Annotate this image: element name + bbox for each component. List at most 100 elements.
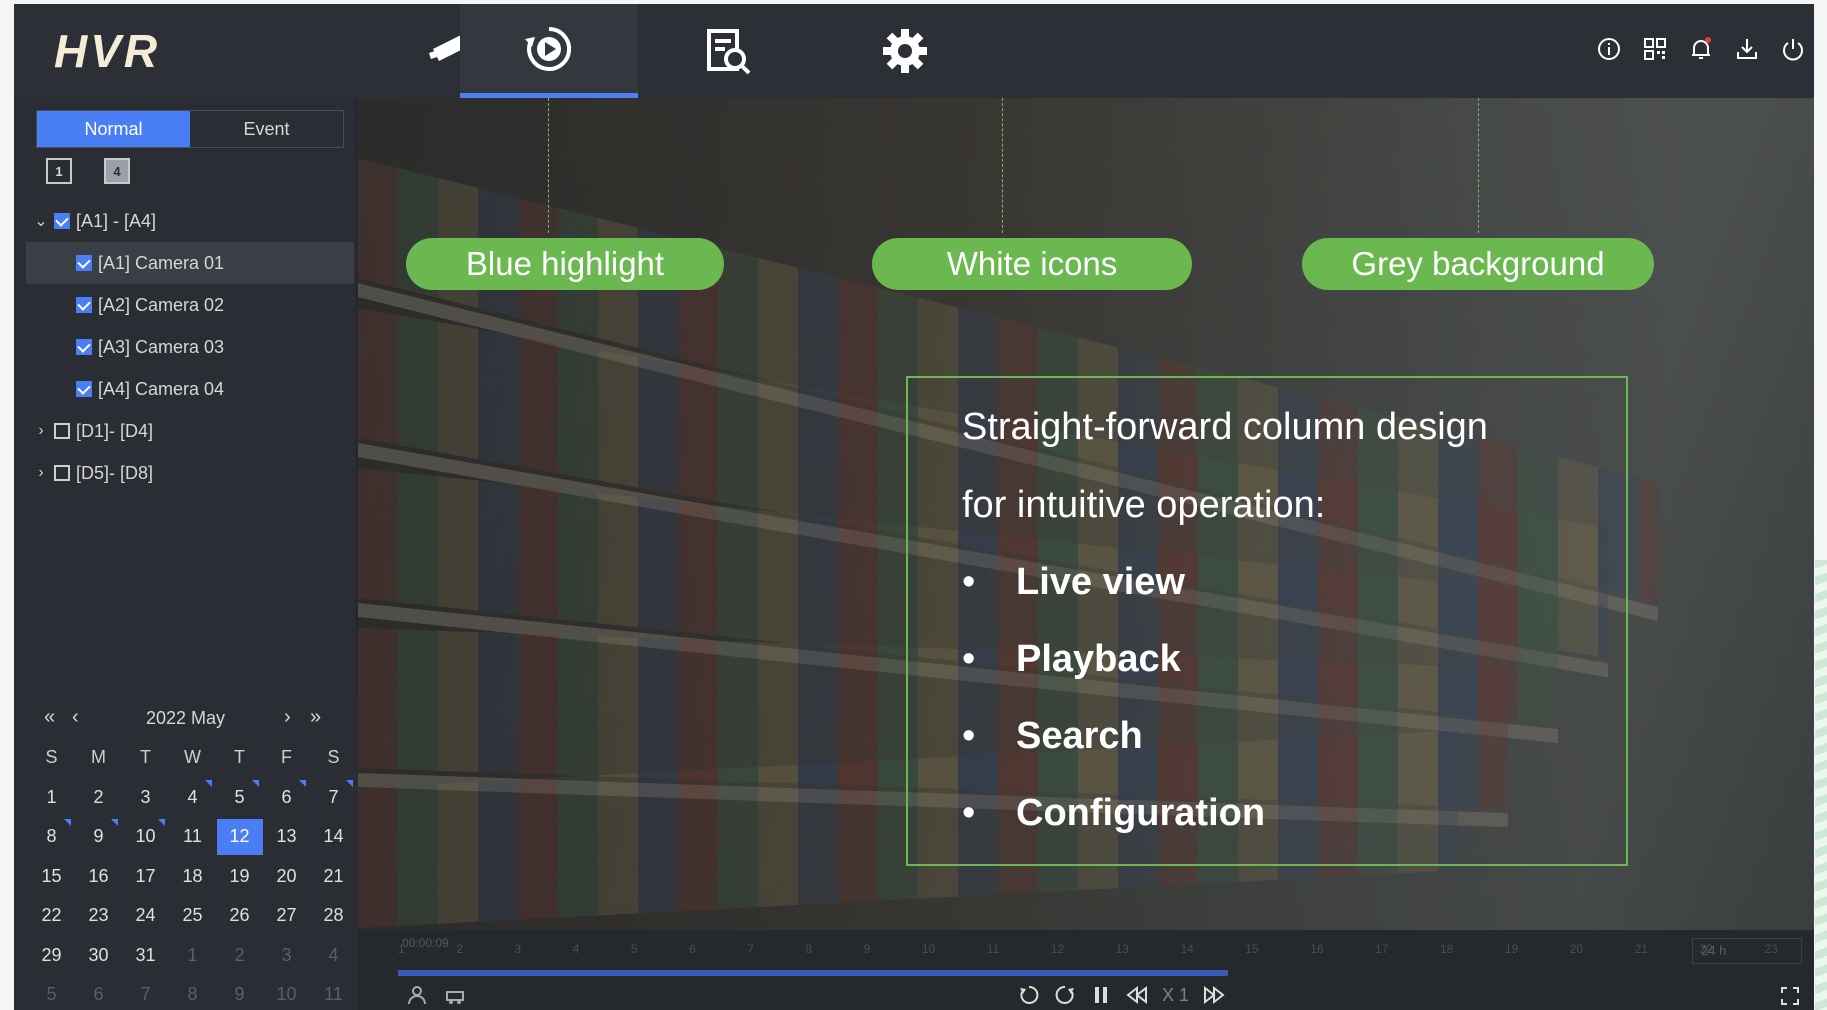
calendar-day[interactable]: 9 bbox=[216, 975, 263, 1010]
next-year-button[interactable]: » bbox=[310, 706, 321, 729]
calendar-day[interactable]: 1 bbox=[28, 778, 75, 818]
info-icon[interactable] bbox=[1596, 36, 1622, 62]
calendar-day[interactable]: 11 bbox=[169, 817, 216, 857]
tab-normal[interactable]: Normal bbox=[37, 111, 190, 147]
camera-checkbox[interactable] bbox=[76, 339, 92, 355]
tab-event[interactable]: Event bbox=[190, 111, 343, 147]
calendar-day[interactable]: 4 bbox=[310, 936, 357, 976]
calendar-weekday: M bbox=[91, 747, 106, 768]
calendar-day[interactable]: 10 bbox=[122, 817, 169, 857]
calendar-day[interactable]: 13 bbox=[263, 817, 310, 857]
calendar-day[interactable]: 26 bbox=[216, 896, 263, 936]
chevron-right-icon[interactable]: › bbox=[32, 422, 50, 440]
tree-item-camera-03[interactable]: [A3] Camera 03 bbox=[26, 326, 354, 368]
calendar-grid: S M T W T F S 1 2 3 4 5 6 7 8 9 10 11 12 13 14 15 16 17 18 19 20 21… bbox=[28, 738, 358, 1010]
pause-icon[interactable] bbox=[1090, 984, 1112, 1006]
calendar-day[interactable]: 3 bbox=[122, 778, 169, 818]
calendar-day[interactable]: 2 bbox=[216, 936, 263, 976]
time-range-select[interactable]: 24 h bbox=[1692, 938, 1802, 964]
calendar-day[interactable]: 6 bbox=[75, 975, 122, 1010]
nav-playback[interactable] bbox=[460, 4, 638, 98]
forward-30s-icon[interactable] bbox=[1054, 984, 1076, 1006]
calendar-day[interactable]: 11 bbox=[310, 975, 357, 1010]
calendar-day[interactable]: 17 bbox=[122, 857, 169, 897]
timeline-tick: 17 bbox=[1375, 942, 1389, 956]
calendar-day[interactable]: 9 bbox=[75, 817, 122, 857]
calendar-day[interactable]: 21 bbox=[310, 857, 357, 897]
calendar-day[interactable]: 3 bbox=[263, 936, 310, 976]
calendar-day[interactable]: 4 bbox=[169, 778, 216, 818]
calendar-day[interactable]: 6 bbox=[263, 778, 310, 818]
calendar-day[interactable]: 30 bbox=[75, 936, 122, 976]
gear-icon bbox=[883, 29, 927, 73]
calendar-day[interactable]: 18 bbox=[169, 857, 216, 897]
bell-icon[interactable] bbox=[1688, 36, 1714, 62]
calendar-day-label: 20 bbox=[276, 865, 297, 886]
calendar-day[interactable]: 19 bbox=[216, 857, 263, 897]
calendar-day[interactable]: 23 bbox=[75, 896, 122, 936]
timeline[interactable]: 00:00:09 1 2 3 4 5 6 7 8 9 10 11 12 13 14 15 16 17 18 19 20… bbox=[358, 930, 1814, 1010]
qr-code-icon[interactable] bbox=[1642, 36, 1668, 62]
nav-search[interactable] bbox=[638, 4, 816, 98]
calendar-day[interactable]: 2 bbox=[75, 778, 122, 818]
group-d1-checkbox[interactable] bbox=[54, 423, 70, 439]
chevron-right-icon[interactable]: › bbox=[32, 464, 50, 482]
fullscreen-button[interactable] bbox=[1780, 986, 1800, 1010]
camera-checkbox[interactable] bbox=[76, 381, 92, 397]
calendar-day[interactable]: 7 bbox=[310, 778, 357, 818]
calendar-day[interactable]: 7 bbox=[122, 975, 169, 1010]
tree-item-camera-02[interactable]: [A2] Camera 02 bbox=[26, 284, 354, 326]
calendar-day[interactable]: 27 bbox=[263, 896, 310, 936]
calendar-day-label: 23 bbox=[88, 905, 109, 926]
slow-down-icon[interactable] bbox=[1126, 984, 1148, 1006]
calendar-day[interactable]: 29 bbox=[28, 936, 75, 976]
calendar-day[interactable]: 24 bbox=[122, 896, 169, 936]
camera-checkbox[interactable] bbox=[76, 297, 92, 313]
power-icon[interactable] bbox=[1780, 36, 1806, 62]
search-file-icon bbox=[707, 29, 751, 75]
download-icon[interactable] bbox=[1734, 36, 1760, 62]
calendar-day[interactable]: 25 bbox=[169, 896, 216, 936]
tree-item-camera-01[interactable]: [A1] Camera 01 bbox=[26, 242, 354, 284]
calendar-day[interactable]: 5 bbox=[216, 778, 263, 818]
camera-checkbox[interactable] bbox=[76, 255, 92, 271]
group-a-checkbox[interactable] bbox=[54, 213, 70, 229]
calendar-weekday: T bbox=[140, 747, 151, 768]
calendar-day[interactable]: 8 bbox=[169, 975, 216, 1010]
calendar-day[interactable]: 28 bbox=[310, 896, 357, 936]
calendar-day[interactable]: 16 bbox=[75, 857, 122, 897]
calendar-day[interactable]: 10 bbox=[263, 975, 310, 1010]
group-d5-checkbox[interactable] bbox=[54, 465, 70, 481]
rewind-30s-icon[interactable] bbox=[1018, 984, 1040, 1006]
playback-icon bbox=[525, 26, 572, 71]
layout-4-button[interactable]: 4 bbox=[104, 158, 130, 184]
calendar-day[interactable]: 31 bbox=[122, 936, 169, 976]
bullet-symbol: • bbox=[962, 792, 976, 834]
timeline-tick: 19 bbox=[1504, 942, 1519, 956]
chevron-down-icon[interactable]: ⌄ bbox=[32, 211, 50, 231]
calendar-day[interactable]: 14 bbox=[310, 817, 357, 857]
calendar-day-label: 12 bbox=[216, 818, 263, 855]
calendar-day[interactable]: 8 bbox=[28, 817, 75, 857]
calendar-day[interactable]: 15 bbox=[28, 857, 75, 897]
user-icon[interactable] bbox=[406, 984, 428, 1006]
tree-item-camera-04[interactable]: [A4] Camera 04 bbox=[26, 368, 354, 410]
recording-bar[interactable] bbox=[398, 970, 1228, 976]
next-month-button[interactable]: › bbox=[284, 706, 291, 729]
nav-configuration[interactable] bbox=[816, 4, 994, 98]
calendar-day[interactable]: 5 bbox=[28, 975, 75, 1010]
info-bullet: • Live view bbox=[962, 561, 1185, 604]
timeline-tick: 8 bbox=[805, 942, 813, 956]
calendar-day[interactable]: 22 bbox=[28, 896, 75, 936]
calendar-day[interactable]: 12 bbox=[216, 817, 263, 857]
speed-up-icon[interactable] bbox=[1203, 984, 1225, 1006]
calendar-day-label: 6 bbox=[281, 786, 292, 807]
tree-group-d5[interactable]: › [D5]- [D8] bbox=[26, 452, 354, 494]
calendar-day[interactable]: 20 bbox=[263, 857, 310, 897]
tree-group-a[interactable]: ⌄ [A1] - [A4] bbox=[26, 200, 354, 242]
speed-label: X 1 bbox=[1162, 984, 1190, 1005]
calendar-day[interactable]: 1 bbox=[169, 936, 216, 976]
tree-group-d1[interactable]: › [D1]- [D4] bbox=[26, 410, 354, 452]
layout-1-button[interactable]: 1 bbox=[46, 158, 72, 184]
vehicle-icon[interactable] bbox=[444, 984, 466, 1006]
